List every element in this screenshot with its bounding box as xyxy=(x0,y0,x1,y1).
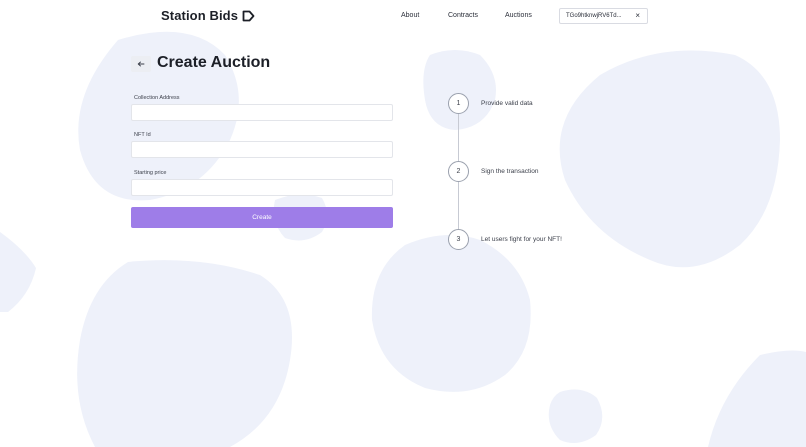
step-connector xyxy=(458,114,459,162)
blob-5 xyxy=(77,260,292,447)
back-button[interactable] xyxy=(131,56,151,72)
arrow-left-icon xyxy=(137,61,145,67)
step-text-3: Let users fight for your NFT! xyxy=(481,236,562,243)
wallet-address: TGo9htknwjRV6Td... xyxy=(566,13,622,19)
nft-id-input[interactable] xyxy=(131,141,393,158)
page-title: Create Auction xyxy=(157,54,271,71)
step-number-2: 2 xyxy=(448,161,469,182)
collection-address-label: Collection Address xyxy=(134,95,180,101)
blob-3 xyxy=(559,50,780,268)
nav-about[interactable]: About xyxy=(401,12,419,19)
blob-7 xyxy=(371,235,531,392)
nav-auctions[interactable]: Auctions xyxy=(505,12,532,19)
blob-9 xyxy=(708,350,806,447)
logo-tag-icon xyxy=(242,10,255,21)
collection-address-input[interactable] xyxy=(131,104,393,121)
blob-2 xyxy=(423,50,496,130)
step-text-2: Sign the transaction xyxy=(481,168,539,175)
nav-contracts[interactable]: Contracts xyxy=(448,12,478,19)
nft-id-label: NFT Id xyxy=(134,132,151,138)
step-number-3: 3 xyxy=(448,229,469,250)
blob-8 xyxy=(548,389,603,444)
logo-text: Station Bids xyxy=(161,8,239,23)
step-number-1: 1 xyxy=(448,93,469,114)
logo[interactable]: Station Bids xyxy=(161,8,255,23)
create-button[interactable]: Create xyxy=(131,207,393,228)
top-navbar: Station Bids About Contracts Auctions TG… xyxy=(0,0,806,34)
step-text-1: Provide valid data xyxy=(481,100,533,107)
starting-price-input[interactable] xyxy=(131,179,393,196)
background-blobs xyxy=(0,31,806,447)
blob-4 xyxy=(0,232,36,312)
step-connector xyxy=(458,182,459,230)
starting-price-label: Starting price xyxy=(134,170,167,176)
close-icon[interactable]: × xyxy=(635,11,640,20)
wallet-button[interactable]: TGo9htknwjRV6Td... × xyxy=(559,8,648,24)
